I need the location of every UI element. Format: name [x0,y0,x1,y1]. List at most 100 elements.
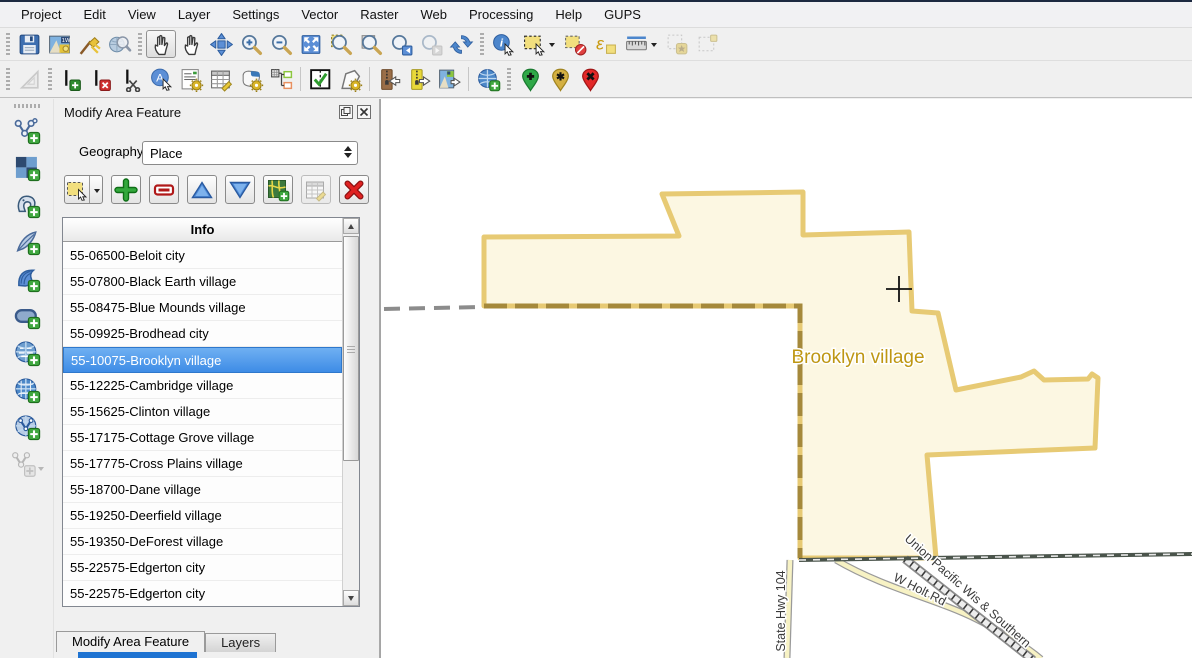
refresh-map-button[interactable] [446,30,476,58]
panel-float-button[interactable] [339,105,353,119]
previous-feature-button[interactable] [187,175,217,204]
menu-item-raster[interactable]: Raster [349,2,409,27]
zoom-to-selection-button[interactable] [326,30,356,58]
zoom-full-extent-button[interactable] [296,30,326,58]
import-project-zip-button[interactable] [374,65,404,93]
menu-item-web[interactable]: Web [410,2,459,27]
list-item[interactable]: 55-19350-DeForest village [63,529,342,555]
add-linear-feature-button[interactable] [56,65,86,93]
next-feature-button[interactable] [225,175,255,204]
add-wcs-layer-button[interactable] [9,371,45,408]
label-tool-button[interactable]: A [146,65,176,93]
delete-point-marker-button[interactable] [575,65,605,93]
scrollbar[interactable] [342,218,359,606]
list-item[interactable]: 55-09925-Brodhead city [63,321,342,347]
add-area-button[interactable] [111,175,141,204]
globe-search-tool-button[interactable] [104,30,134,58]
list-item[interactable]: 55-18700-Dane village [63,477,342,503]
display-all-names-button[interactable] [176,65,206,93]
chevron-down-icon[interactable] [89,176,102,203]
export-map-button[interactable] [434,65,464,93]
zoom-to-layer-icon [359,32,384,57]
main-content: Modify Area Feature Geography : Place In… [0,99,1192,658]
tab-modify-area-feature[interactable]: Modify Area Feature [56,631,205,652]
menu-item-gups[interactable]: GUPS [593,2,652,27]
list-item[interactable]: 55-10075-Brooklyn village [63,347,342,373]
measure-tool-button[interactable] [620,30,662,58]
validate-edits-button[interactable] [305,65,335,93]
add-wcs-layer-icon [13,376,41,404]
geography-select[interactable]: Place [142,141,358,165]
zoom-to-layer-button[interactable] [356,30,386,58]
remove-area-button[interactable] [149,175,179,204]
remove-area-icon [152,178,176,202]
menu-item-settings[interactable]: Settings [221,2,290,27]
menu-item-edit[interactable]: Edit [72,2,116,27]
add-postgis-layer-button[interactable] [9,186,45,223]
scroll-thumb[interactable] [343,236,359,461]
add-wfs-layer-button[interactable] [9,408,45,445]
touch-zoom-tool-button[interactable] [146,30,176,58]
select-features-button[interactable] [518,30,560,58]
add-point-marker-button[interactable] [515,65,545,93]
combo-spinner-icon [344,146,352,158]
add-spatialite-layer-button[interactable] [9,223,45,260]
cleanup-tool-button[interactable] [74,30,104,58]
add-wms-layer-button[interactable] [9,334,45,371]
add-basemap-button[interactable] [473,65,503,93]
list-item[interactable]: 55-06500-Beloit city [63,243,342,269]
refresh-map-icon [449,32,474,57]
identify-features-button[interactable]: i [488,30,518,58]
edit-attributes-button[interactable] [206,65,236,93]
map-canvas[interactable]: Brooklyn village Union Pacific Wis & Sou… [380,99,1192,658]
panel-close-button[interactable] [357,105,371,119]
list-item[interactable]: 55-07800-Black Earth village [63,269,342,295]
list-item[interactable]: 55-12225-Cambridge village [63,373,342,399]
select-area-feature-button[interactable] [64,175,103,204]
tab-layers[interactable]: Layers [205,633,276,652]
hierarchy-tool-button[interactable] [266,65,296,93]
add-mssql-layer-button[interactable] [9,260,45,297]
list-item[interactable]: 55-22575-Edgerton city [63,581,342,606]
menu-item-help[interactable]: Help [544,2,593,27]
pan-map-tool-button[interactable] [176,30,206,58]
list-item[interactable]: 55-15625-Clinton village [63,399,342,425]
menu-item-project[interactable]: Project [10,2,72,27]
save-project-button[interactable] [14,30,44,58]
scroll-up-icon[interactable] [343,218,359,234]
modify-point-marker-button[interactable] [545,65,575,93]
list-item[interactable]: 55-17175-Cottage Grove village [63,425,342,451]
polygon-review-button[interactable] [335,65,365,93]
zoom-in-tool-button[interactable] [236,30,266,58]
delete-linear-feature-button[interactable] [86,65,116,93]
place-polygon[interactable] [484,192,1098,558]
geography-review-button[interactable] [236,65,266,93]
select-by-expression-button[interactable]: ε [590,30,620,58]
cancel-action-button[interactable] [339,175,369,204]
add-to-map-button[interactable] [263,175,293,204]
menu-item-vector[interactable]: Vector [290,2,349,27]
chevron-down-icon[interactable] [38,467,44,474]
scroll-down-icon[interactable] [343,590,359,606]
menu-item-view[interactable]: View [117,2,167,27]
add-mssql-layer-icon [13,265,41,293]
zoom-out-tool-button[interactable] [266,30,296,58]
chevron-down-icon[interactable] [651,43,657,50]
add-raster-layer-button[interactable] [9,149,45,186]
list-item[interactable]: 55-08475-Blue Mounds village [63,295,342,321]
zoom-last-button[interactable] [386,30,416,58]
add-oracle-layer-button[interactable] [9,297,45,334]
menu-item-processing[interactable]: Processing [458,2,544,27]
pan-to-selection-button[interactable] [206,30,236,58]
split-linear-feature-button[interactable] [116,65,146,93]
menu-item-layer[interactable]: Layer [167,2,222,27]
list-item[interactable]: 55-17775-Cross Plains village [63,451,342,477]
list-item[interactable]: 55-19250-Deerfield village [63,503,342,529]
export-project-zip-button[interactable] [404,65,434,93]
chevron-down-icon[interactable] [549,43,555,50]
map-management-button[interactable]: 1W [44,30,74,58]
list-item[interactable]: 55-22575-Edgerton city [63,555,342,581]
add-vector-layer-button[interactable] [9,112,45,149]
add-raster-layer-icon [13,154,41,182]
deselect-features-button[interactable] [560,30,590,58]
